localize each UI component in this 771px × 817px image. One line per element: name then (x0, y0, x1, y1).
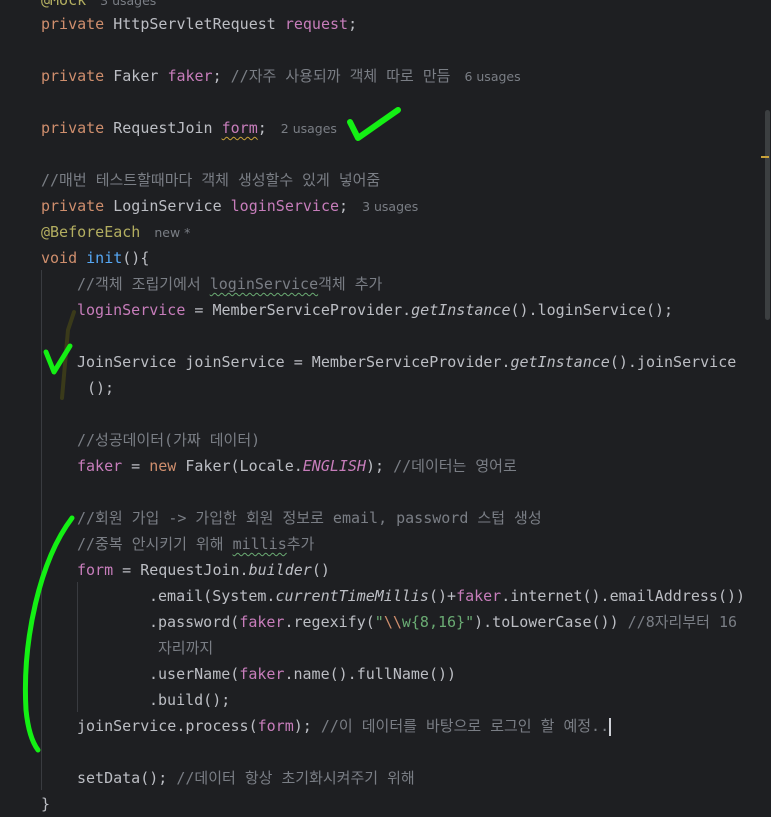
code-line: @BeforeEach new * (41, 223, 191, 241)
code-line: .userName(faker.name().fullName()) (149, 665, 457, 683)
text-caret (609, 717, 612, 736)
code-line: private RequestJoin form; 2 usages (41, 119, 337, 137)
scrollbar-thumb[interactable] (765, 110, 770, 320)
code-line: faker = new Faker(Locale.ENGLISH); //데이터… (77, 457, 517, 475)
code-line: JoinService joinService = MemberServiceP… (77, 353, 737, 371)
code-line: .email(System.currentTimeMillis()+faker.… (149, 587, 746, 605)
code-line: 자리까지 (158, 639, 214, 657)
code-line: //중복 안시키기 위해 millis추가 (77, 535, 315, 553)
code-line: form = RequestJoin.builder() (77, 561, 330, 579)
code-line: .build(); (149, 691, 231, 709)
code-line: .password(faker.regexify("\\w{8,16}").to… (149, 613, 738, 631)
code-line: private Faker faker; //자주 사용되까 객체 따로 만듬 6… (41, 67, 521, 85)
code-line: private LoginService loginService; 3 usag… (41, 197, 419, 215)
code-line: void init(){ (41, 249, 150, 267)
code-line: (); (87, 379, 115, 397)
code-line: //객체 조립기에서 loginService객체 추가 (77, 275, 383, 293)
code-line: loginService = MemberServiceProvider.get… (77, 301, 674, 319)
code-line: //매번 테스트할때마다 객체 생성할수 있게 넣어줌 (41, 171, 381, 189)
vertical-scrollbar[interactable] (763, 0, 771, 813)
code-line: //회원 가입 -> 가입한 회원 정보로 email, password 스텁… (77, 509, 542, 527)
code-line: setData(); //데이터 항상 초기화시켜주기 위해 (77, 769, 415, 787)
code-line: } (41, 795, 51, 813)
warning-marker[interactable] (761, 156, 769, 158)
code-line: joinService.process(form); //이 데이터를 바탕으로… (77, 717, 612, 736)
code-line: private HttpServletRequest request; (41, 15, 358, 33)
code-line: //성공데이터(가짜 데이터) (77, 431, 261, 449)
